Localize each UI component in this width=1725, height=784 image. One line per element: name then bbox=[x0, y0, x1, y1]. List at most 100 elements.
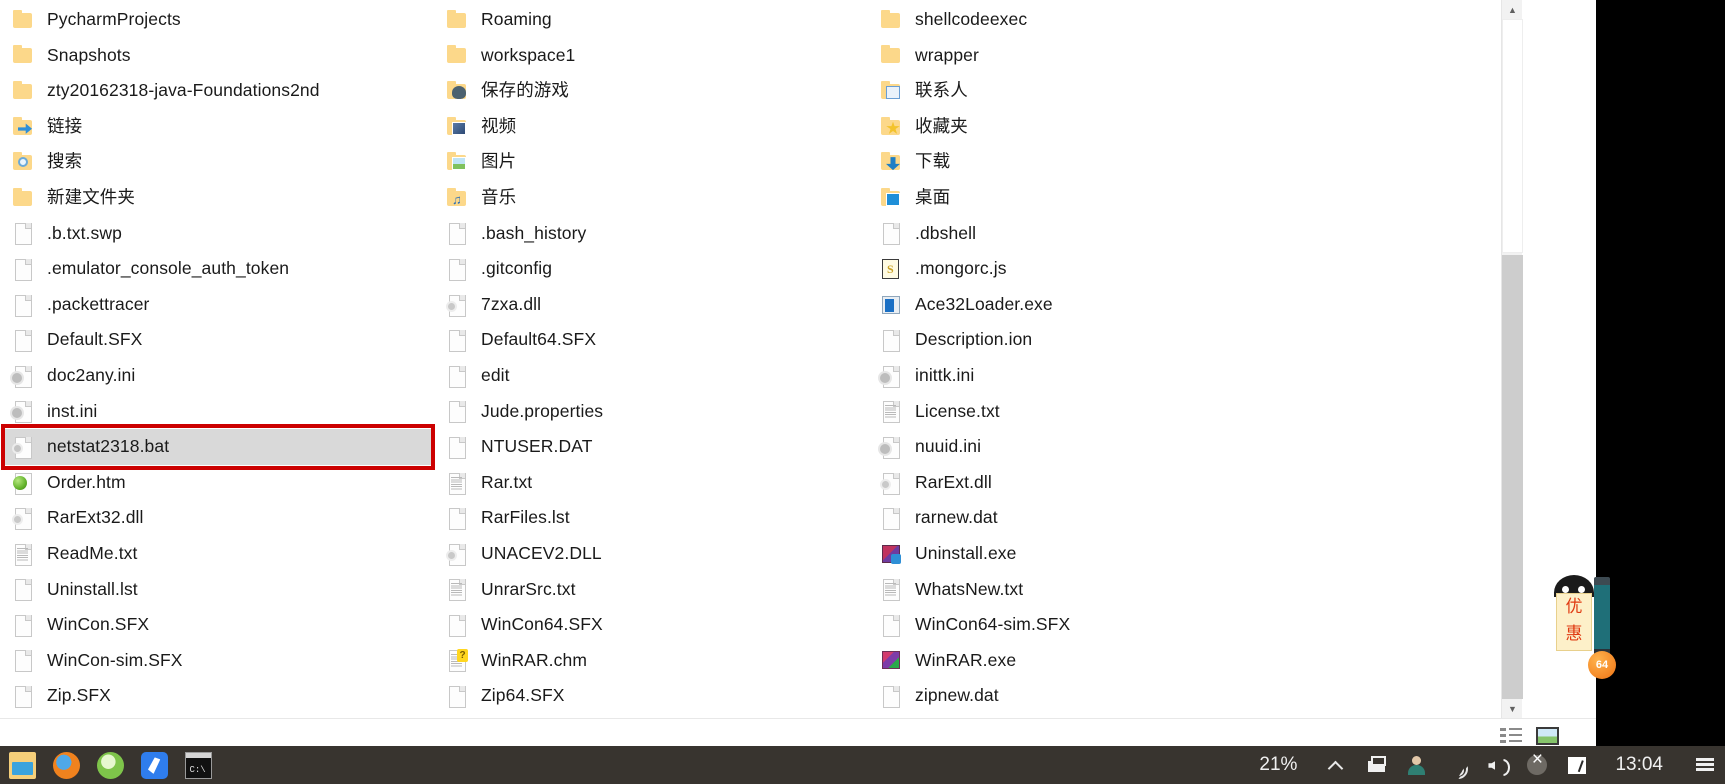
file-list-item[interactable]: .mongorc.js bbox=[872, 251, 1302, 287]
file-list-item[interactable]: Description.ion bbox=[872, 322, 1302, 358]
file-list-item[interactable]: Ace32Loader.exe bbox=[872, 287, 1302, 323]
file-list-item[interactable]: WinCon-sim.SFX bbox=[4, 643, 434, 679]
coupon-card[interactable]: 优 惠 bbox=[1556, 593, 1592, 651]
file-list-item[interactable]: ReadMe.txt bbox=[4, 536, 434, 572]
taskbar-item-editor[interactable] bbox=[132, 746, 176, 784]
taskbar-item-file-explorer[interactable] bbox=[0, 746, 44, 784]
file-list-item[interactable]: 搜索 bbox=[4, 144, 434, 180]
file-list-item[interactable]: RarExt.dll bbox=[872, 465, 1302, 501]
file-list-item[interactable]: Snapshots bbox=[4, 38, 434, 74]
green-browser-icon bbox=[96, 751, 124, 779]
file-name-label: Default.SFX bbox=[47, 329, 143, 350]
file-list-item[interactable]: .packettracer bbox=[4, 287, 434, 323]
file-list-item[interactable]: Jude.properties bbox=[438, 394, 868, 430]
user-account-tray-button[interactable] bbox=[1397, 746, 1437, 784]
taskbar-item-green-browser[interactable] bbox=[88, 746, 132, 784]
file-list-item[interactable]: RarExt32.dll bbox=[4, 500, 434, 536]
file-list-item[interactable]: .gitconfig bbox=[438, 251, 868, 287]
screen: PycharmProjects Snapshots zty20162318-java… bbox=[0, 0, 1725, 784]
winrar-application-icon bbox=[880, 648, 902, 672]
file-list-item[interactable]: .b.txt.swp bbox=[4, 216, 434, 252]
file-list-item[interactable]: doc2any.ini bbox=[4, 358, 434, 394]
file-list-item-selected[interactable]: netstat2318.bat bbox=[4, 429, 434, 465]
file-list-item[interactable]: WhatsNew.txt bbox=[872, 572, 1302, 608]
file-list-item[interactable]: shellcodeexec bbox=[872, 2, 1302, 38]
file-bat-icon bbox=[12, 435, 34, 459]
file-name-label: .emulator_console_auth_token bbox=[47, 258, 290, 279]
details-view-button[interactable] bbox=[1500, 726, 1524, 746]
file-list-item[interactable]: PycharmProjects bbox=[4, 2, 434, 38]
file-list-item[interactable]: Default.SFX bbox=[4, 322, 434, 358]
file-list-item[interactable]: Rar.txt bbox=[438, 465, 868, 501]
scrollbar-thumb[interactable] bbox=[1502, 19, 1523, 253]
battery-percentage[interactable]: 21% bbox=[1249, 746, 1317, 784]
network-tray-button[interactable] bbox=[1437, 746, 1477, 784]
file-list-item[interactable]: 联系人 bbox=[872, 73, 1302, 109]
file-list-item[interactable]: 视频 bbox=[438, 109, 868, 145]
file-list-item[interactable]: rarnew.dat bbox=[872, 500, 1302, 536]
scroll-down-arrow-icon[interactable]: ▼ bbox=[1502, 699, 1523, 718]
file-list-item[interactable]: 7zxa.dll bbox=[438, 287, 868, 323]
file-list-item[interactable]: WinCon64.SFX bbox=[438, 607, 868, 643]
file-list-item[interactable]: License.txt bbox=[872, 394, 1302, 430]
blocked-status-tray-button[interactable] bbox=[1517, 746, 1557, 784]
file-list-item[interactable]: Zip.SFX bbox=[4, 678, 434, 714]
file-list-item[interactable]: .emulator_console_auth_token bbox=[4, 251, 434, 287]
file-list-item[interactable]: UnrarSrc.txt bbox=[438, 572, 868, 608]
file-list-view[interactable]: PycharmProjects Snapshots zty20162318-java… bbox=[0, 0, 1540, 718]
file-list-item[interactable]: .bash_history bbox=[438, 216, 868, 252]
file-list-item[interactable]: 链接 bbox=[4, 109, 434, 145]
taskbar-item-firefox[interactable] bbox=[44, 746, 88, 784]
file-list-item[interactable]: zty20162318-java-Foundations2nd bbox=[4, 73, 434, 109]
show-hidden-icons-button[interactable] bbox=[1317, 746, 1357, 784]
taskbar-item-terminal[interactable]: C:\ bbox=[176, 746, 220, 784]
file-list-item[interactable]: WinCon64-sim.SFX bbox=[872, 607, 1302, 643]
taskbar: C:\ 21% × 13:04 bbox=[0, 746, 1725, 784]
file-text-icon bbox=[446, 577, 468, 602]
file-list-item[interactable]: 新建文件夹 bbox=[4, 180, 434, 216]
security-tray-button[interactable] bbox=[1557, 746, 1597, 784]
file-blank-icon bbox=[12, 221, 34, 246]
file-list-item[interactable]: WinCon.SFX bbox=[4, 607, 434, 643]
file-list-item[interactable]: 桌面 bbox=[872, 180, 1302, 216]
file-list-item[interactable]: WinRAR.exe bbox=[872, 643, 1302, 679]
taskbar-clock[interactable]: 13:04 bbox=[1597, 746, 1685, 784]
file-list-item[interactable]: ♫ 音乐 bbox=[438, 180, 868, 216]
file-list-item[interactable]: Order.htm bbox=[4, 465, 434, 501]
file-list-item[interactable]: Uninstall.exe bbox=[872, 536, 1302, 572]
file-list-item[interactable]: .dbshell bbox=[872, 216, 1302, 252]
file-list-item[interactable]: inittk.ini bbox=[872, 358, 1302, 394]
printer-tray-button[interactable] bbox=[1357, 746, 1397, 784]
floating-coupon-widget[interactable]: 优 惠 64 bbox=[1554, 575, 1616, 680]
coupon-char-2: 惠 bbox=[1565, 624, 1583, 644]
file-list-item[interactable]: ? WinRAR.chm bbox=[438, 643, 868, 679]
file-list-item[interactable]: RarFiles.lst bbox=[438, 500, 868, 536]
file-list-item[interactable]: Uninstall.lst bbox=[4, 572, 434, 608]
file-list-item[interactable]: workspace1 bbox=[438, 38, 868, 74]
file-list-item[interactable]: Roaming bbox=[438, 2, 868, 38]
widget-slider-bar[interactable] bbox=[1594, 577, 1610, 655]
vertical-scrollbar[interactable]: ▲ ▼ bbox=[1501, 0, 1523, 718]
file-list-item[interactable]: 图片 bbox=[438, 144, 868, 180]
folder-links-icon bbox=[12, 115, 34, 139]
scroll-up-arrow-icon[interactable]: ▲ bbox=[1502, 0, 1523, 19]
file-list-item[interactable]: Default64.SFX bbox=[438, 322, 868, 358]
file-list-item[interactable]: 下载 bbox=[872, 144, 1302, 180]
file-list-item[interactable]: zipnew.dat bbox=[872, 678, 1302, 714]
file-list-item[interactable]: wrapper bbox=[872, 38, 1302, 74]
file-list-item[interactable]: nuuid.ini bbox=[872, 429, 1302, 465]
volume-tray-button[interactable] bbox=[1477, 746, 1517, 784]
file-list-item[interactable]: 收藏夹 bbox=[872, 109, 1302, 145]
action-center-button[interactable] bbox=[1685, 746, 1725, 784]
large-icons-view-button[interactable] bbox=[1536, 726, 1560, 746]
coupon-badge[interactable]: 64 bbox=[1588, 651, 1616, 679]
file-list-item[interactable]: NTUSER.DAT bbox=[438, 429, 868, 465]
file-list-item[interactable]: 保存的游戏 bbox=[438, 73, 868, 109]
file-name-label: 保存的游戏 bbox=[481, 80, 569, 101]
scrollbar-track-lower[interactable] bbox=[1502, 255, 1523, 699]
file-list-item[interactable]: Zip64.SFX bbox=[438, 678, 868, 714]
file-list-item[interactable]: inst.ini bbox=[4, 394, 434, 430]
file-list-item[interactable]: UNACEV2.DLL bbox=[438, 536, 868, 572]
file-list-item[interactable]: edit bbox=[438, 358, 868, 394]
file-blank-icon bbox=[446, 221, 468, 246]
